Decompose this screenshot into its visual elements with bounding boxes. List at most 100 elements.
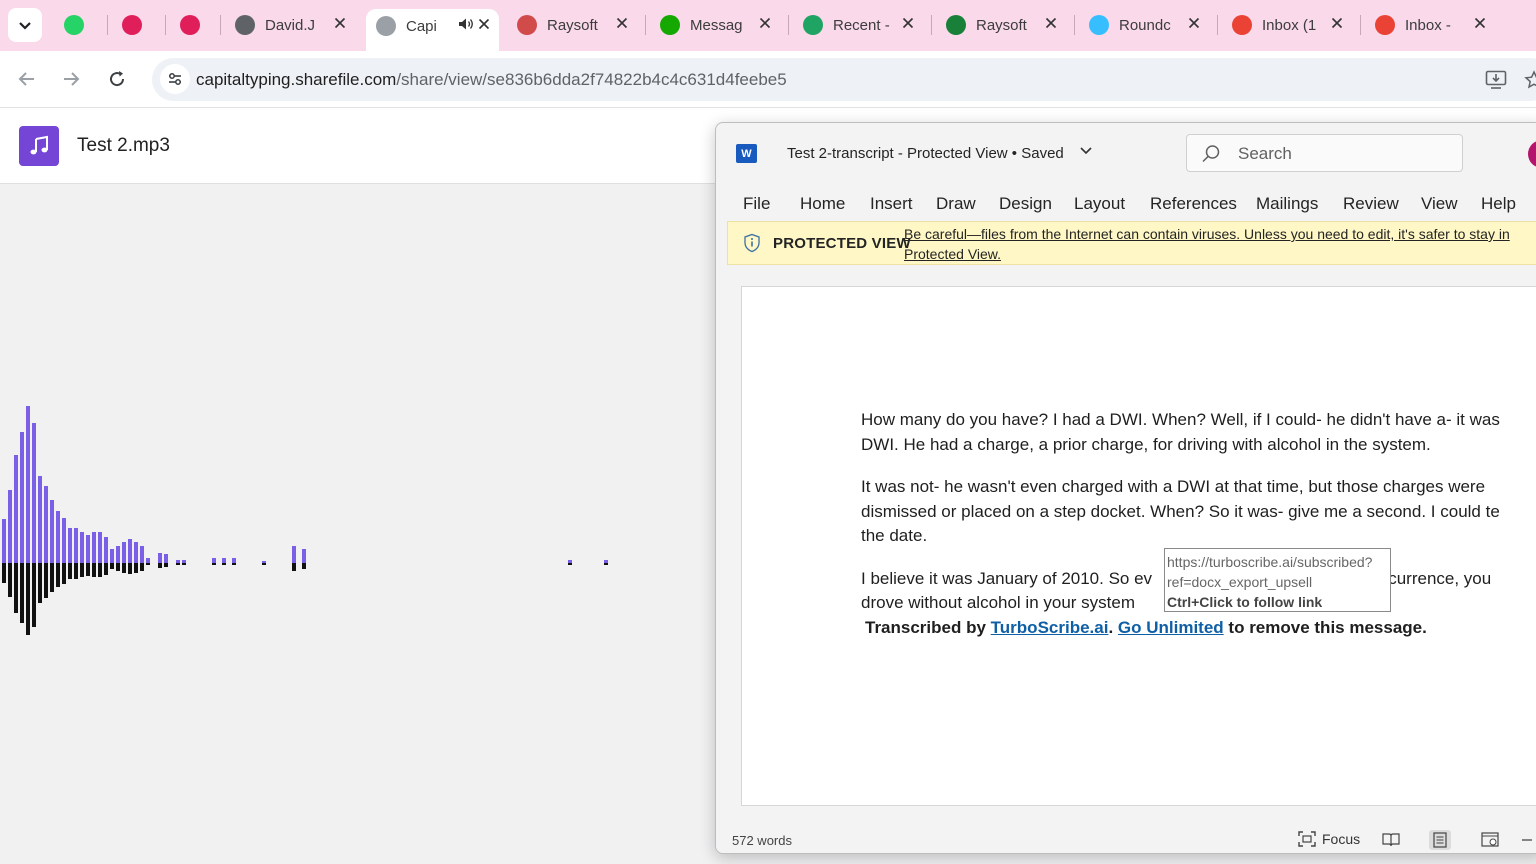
menu-mailings[interactable]: Mailings: [1256, 194, 1318, 214]
document-page[interactable]: How many do you have? I had a DWI. When?…: [741, 286, 1536, 806]
menu-review[interactable]: Review: [1343, 194, 1399, 214]
browser-tab[interactable]: Recent -: [793, 8, 923, 42]
reload-icon: [110, 71, 125, 87]
text-line: the date.: [861, 526, 928, 545]
transcription-credit: Transcribed by TurboScribe.ai. Go Unlimi…: [865, 616, 1536, 641]
protected-view-message[interactable]: Be careful—files from the Internet can c…: [904, 224, 1536, 264]
account-avatar[interactable]: [1528, 140, 1536, 168]
word-title-bar: W Test 2-transcript - Protected View • S…: [716, 123, 1536, 185]
waveform-bar-mirror: [26, 563, 30, 635]
word-count[interactable]: 572 words: [732, 833, 792, 848]
audio-waveform[interactable]: [0, 390, 720, 650]
menu-insert[interactable]: Insert: [870, 194, 913, 214]
waveform-bar-mirror: [146, 563, 150, 566]
sharefile-icon: [376, 16, 396, 36]
print-layout-button[interactable]: [1429, 830, 1451, 850]
browser-tab[interactable]: Roundc: [1079, 8, 1209, 42]
waveform-bar-mirror: [14, 563, 18, 613]
raysoft-icon: [517, 15, 537, 35]
waveform-bar-mirror: [122, 563, 126, 573]
document-body[interactable]: How many do you have? I had a DWI. When?…: [861, 408, 1536, 658]
title-chevron-icon[interactable]: [1079, 143, 1093, 160]
browser-tab[interactable]: Raysoft: [507, 8, 637, 42]
speaker-icon[interactable]: [457, 17, 475, 36]
tab-title: Raysoft: [547, 16, 598, 34]
waveform-bar-mirror: [68, 563, 72, 579]
waveform-bar-mirror: [80, 563, 84, 578]
close-tab-icon[interactable]: [756, 16, 774, 34]
back-button[interactable]: [12, 64, 42, 94]
browser-tab[interactable]: Raysoft: [936, 8, 1066, 42]
menu-layout[interactable]: Layout: [1074, 194, 1125, 214]
word-logo-icon: W: [736, 144, 757, 163]
waveform-bar: [110, 549, 114, 563]
close-tab-icon[interactable]: [613, 16, 631, 34]
waveform-bar-mirror: [98, 563, 102, 578]
tab-title: David.J: [265, 16, 316, 34]
waveform-bar-mirror: [568, 563, 572, 565]
word-search-box[interactable]: Search: [1186, 134, 1463, 172]
browser-tab[interactable]: Inbox -: [1365, 8, 1495, 42]
browser-tab[interactable]: Messag: [650, 8, 780, 42]
reload-button[interactable]: [102, 64, 132, 94]
read-mode-button[interactable]: [1380, 830, 1402, 850]
waveform-bar-mirror: [104, 563, 108, 575]
browser-tab[interactable]: Capi: [366, 9, 499, 51]
google-sheets-icon: [946, 15, 966, 35]
menu-references[interactable]: References: [1150, 194, 1237, 214]
waveform-bar-mirror: [262, 563, 266, 565]
close-tab-icon[interactable]: [331, 16, 349, 34]
close-tab-icon[interactable]: [1328, 16, 1346, 34]
waveform-bar-mirror: [158, 563, 162, 568]
close-tab-icon[interactable]: [1471, 16, 1489, 34]
waveform-bar: [8, 489, 12, 563]
menu-file[interactable]: File: [743, 194, 770, 214]
close-tab-icon[interactable]: [899, 16, 917, 34]
menu-home[interactable]: Home: [800, 194, 845, 214]
gmail-icon: [1375, 15, 1395, 35]
waveform-bar-mirror: [604, 563, 608, 565]
forward-button[interactable]: [56, 64, 86, 94]
web-layout-button[interactable]: [1479, 830, 1501, 850]
roundcube-icon: [1089, 15, 1109, 35]
waveform-bar: [32, 423, 36, 563]
site-info-button[interactable]: [160, 64, 190, 94]
address-bar[interactable]: capitaltyping.sharefile.com/share/view/s…: [152, 58, 1536, 101]
document-title[interactable]: Test 2-transcript - Protected View • Sav…: [787, 145, 1064, 162]
menu-design[interactable]: Design: [999, 194, 1052, 214]
zoom-out-button[interactable]: [1516, 830, 1536, 850]
web-layout-icon: [1481, 832, 1499, 847]
menu-view[interactable]: View: [1421, 194, 1458, 214]
close-tab-icon[interactable]: [1185, 16, 1203, 34]
menu-help[interactable]: Help: [1481, 194, 1516, 214]
info-shield-icon: [744, 233, 760, 253]
browser-tab[interactable]: [112, 8, 152, 42]
browser-tab[interactable]: [170, 8, 210, 42]
browser-tab[interactable]: Inbox (1: [1222, 8, 1352, 42]
focus-button[interactable]: Focus: [1298, 831, 1360, 847]
browser-tab[interactable]: [54, 8, 94, 42]
waveform-bar-mirror: [176, 563, 180, 565]
install-app-icon[interactable]: [1484, 68, 1508, 92]
url-path: /share/view/se836b6dda2f74822b4c4c631d4f…: [396, 70, 787, 89]
waveform-bar-mirror: [164, 563, 168, 567]
tune-icon: [169, 73, 181, 85]
tab-separator: [931, 15, 932, 35]
waveform-bar-mirror: [32, 563, 36, 627]
turboscribe-link[interactable]: TurboScribe.ai: [991, 618, 1109, 637]
status-bar: 572 words Focus: [716, 827, 1536, 853]
waveform-bar-mirror: [182, 563, 186, 565]
close-tab-icon[interactable]: [1042, 16, 1060, 34]
close-tab-icon[interactable]: [475, 17, 493, 35]
tab-title: Raysoft: [976, 16, 1027, 34]
waveform-bar-mirror: [212, 563, 216, 566]
go-unlimited-link[interactable]: Go Unlimited: [1118, 618, 1224, 637]
search-placeholder: Search: [1238, 144, 1292, 163]
browser-tab[interactable]: David.J: [225, 8, 355, 42]
bookmark-star-icon[interactable]: [1522, 68, 1536, 92]
tab-search-button[interactable]: [8, 8, 42, 42]
arrow-right-icon: [64, 72, 80, 86]
file-name: Test 2.mp3: [77, 135, 170, 156]
tab-separator: [788, 15, 789, 35]
menu-draw[interactable]: Draw: [936, 194, 976, 214]
